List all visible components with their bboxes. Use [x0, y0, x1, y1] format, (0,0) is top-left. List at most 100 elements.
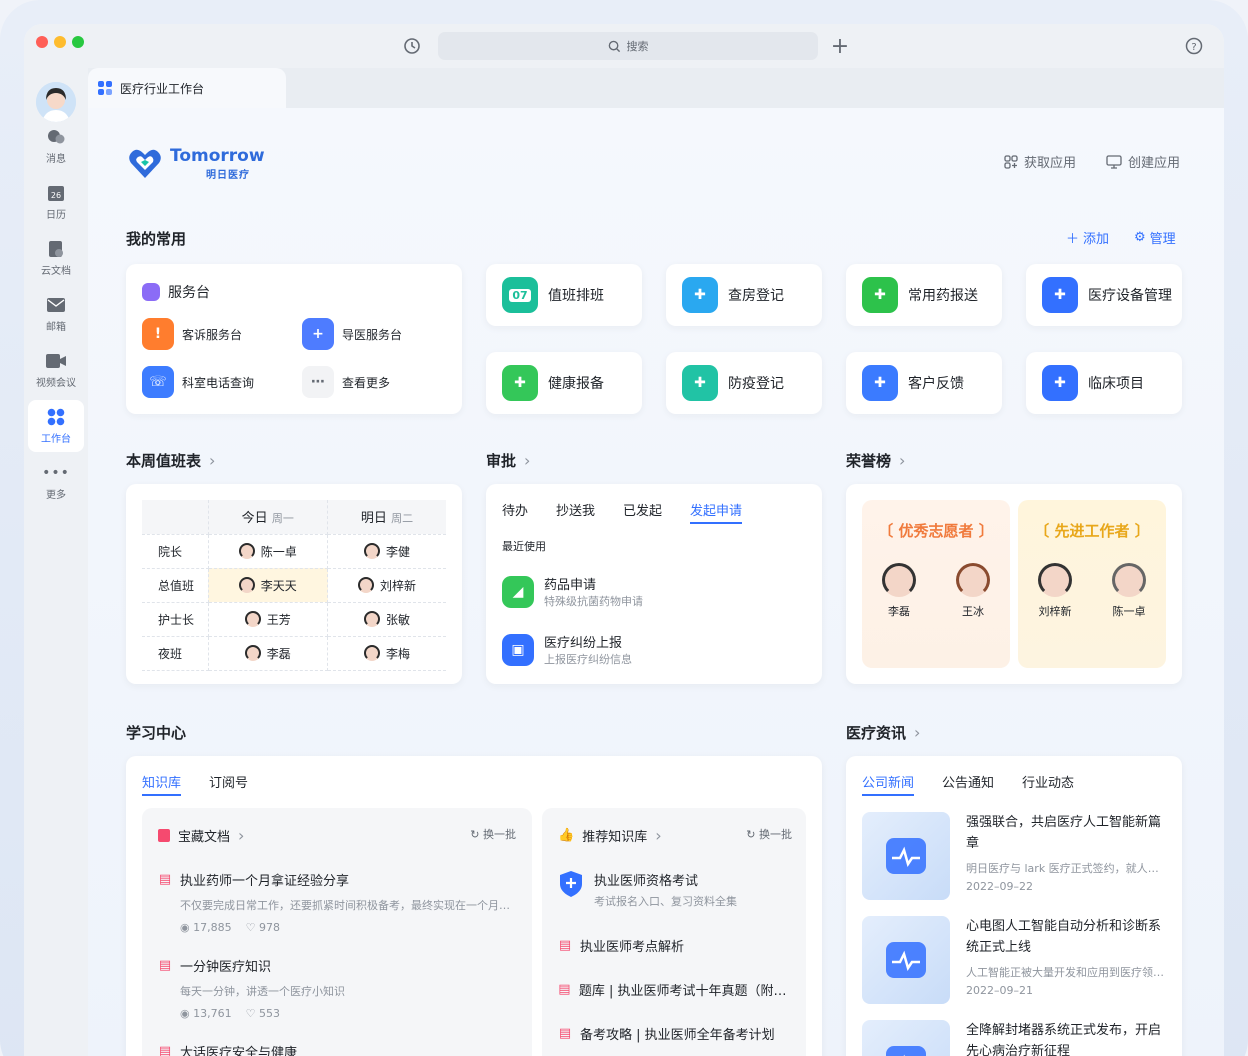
app-tile[interactable]: ✚ 防疫登记 — [666, 352, 822, 414]
doc-item[interactable]: ▤ 执业药师一个月拿证经验分享 不仅要完成日常工作，还要抓紧时间积极备考，最终实现… — [158, 870, 518, 934]
search-input[interactable]: 搜索 — [438, 32, 818, 60]
approval-title[interactable]: 审批 › — [486, 450, 530, 471]
doc-item[interactable]: ▤ 一分钟医疗知识 每天一分钟，讲透一个医疗小知识 ◉ 13,761 ♡ 553 — [158, 956, 518, 1020]
tab-new-request[interactable]: 发起申请 — [690, 500, 743, 524]
tab-todo[interactable]: 待办 — [502, 500, 528, 524]
honor-person[interactable]: 陈一卓 — [1112, 563, 1146, 619]
app-tile[interactable]: ✚ 常用药报送 — [846, 264, 1002, 326]
app-label: 医疗设备管理 — [1088, 288, 1172, 304]
tab-industry[interactable]: 行业动态 — [1022, 772, 1074, 796]
app-tile[interactable]: ✚ 医疗设备管理 — [1026, 264, 1182, 326]
nav-messages[interactable]: 消息 — [28, 120, 84, 172]
tab-company-news[interactable]: 公司新闻 — [862, 772, 915, 796]
news-item[interactable]: 强强联合，共启医疗人工智能新篇章 明日医疗与 lark 医疗正式签约，就人工智能… — [862, 812, 1166, 900]
recommend-item[interactable]: ▤ 备考攻略 | 执业医师全年备考计划 — [558, 1024, 794, 1043]
avatar — [363, 611, 380, 627]
app-tile[interactable]: ✚ 健康报备 — [486, 352, 642, 414]
app-tile[interactable]: ✚ 临床项目 — [1026, 352, 1182, 414]
manage-label: 管理 — [1149, 232, 1176, 247]
plus-icon[interactable]: + — [828, 34, 852, 59]
tab-workplace[interactable]: 医疗行业工作台 — [88, 68, 286, 108]
tab-cc[interactable]: 抄送我 — [556, 500, 595, 524]
news-item[interactable]: 心电图人工智能自动分析和诊断系统正式上线 人工智能正被大量开发和应用到医疗领域中… — [862, 916, 1166, 1004]
help-icon[interactable]: ? — [1182, 34, 1206, 58]
like-count: ♡ 978 — [246, 921, 280, 934]
ecg-icon — [886, 942, 926, 978]
honor-person[interactable]: 李磊 — [882, 563, 916, 619]
recommend-refresh-button[interactable]: ↻ 换一批 — [746, 826, 792, 842]
honor-person[interactable]: 王冰 — [956, 563, 990, 619]
service-phone[interactable]: ☏ 科室电话查询 — [142, 366, 254, 398]
nav-docs[interactable]: 云文档 — [28, 232, 84, 284]
avatar[interactable] — [36, 82, 76, 122]
like-count: ♡ 553 — [246, 1007, 280, 1020]
service-more[interactable]: ⋯ 查看更多 — [302, 366, 390, 398]
recommend-title-label: 推荐知识库 — [582, 830, 648, 845]
recommend-panel: 👍 推荐知识库 › ↻ 换一批 执业医师资格考试 考试报名入口、复习资料全集 ▤ 执业… — [542, 808, 806, 1056]
service-complaint[interactable]: ! 客诉服务台 — [142, 318, 242, 350]
treasure-panel: 宝藏文档 › ↻ 换一批 ▤ 执业药师一个月拿证经验分享 不仅要完成日常工作，还要抓… — [142, 808, 532, 1056]
recommend-head[interactable]: 执业医师资格考试 考试报名入口、复习资料全集 — [558, 870, 737, 909]
manage-button[interactable]: ⚙ 管理 — [1134, 228, 1176, 247]
duty-role: 院长 — [142, 534, 209, 569]
app-tile[interactable]: 07 值班排班 — [486, 264, 642, 326]
maximize-window-button[interactable] — [72, 36, 84, 48]
approval-item[interactable]: ▣ 医疗纠纷上报 上报医疗纠纷信息 — [502, 632, 632, 667]
nav-mail[interactable]: 邮箱 — [28, 288, 84, 340]
chevron-right-icon: › — [209, 451, 216, 470]
honor-person[interactable]: 刘梓新 — [1038, 563, 1072, 619]
create-app-button[interactable]: 创建应用 — [1106, 152, 1180, 171]
nav-workplace[interactable]: 工作台 — [28, 400, 84, 452]
news-item[interactable]: 全降解封堵器系统正式发布，开启先心病治疗新征程 TomorrowMedical®… — [862, 1020, 1166, 1056]
duty-person[interactable]: 陈一卓 — [209, 543, 328, 560]
duty-person[interactable]: 李健 — [328, 543, 446, 560]
app-label: 查房登记 — [728, 288, 784, 304]
duty-person[interactable]: 李天天 — [209, 577, 328, 594]
approval-card: 待办 抄送我 已发起 发起申请 最近使用 ◢ 药品申请 特殊级抗菌药物申请 ▣ 医… — [486, 484, 822, 684]
add-button[interactable]: ＋添加 — [1066, 228, 1109, 247]
duty-person[interactable]: 刘梓新 — [328, 577, 446, 594]
avatar — [363, 645, 380, 661]
doc-desc: 不仅要完成日常工作，还要抓紧时间积极备考，最终实现在一个月内拿证 — [180, 899, 516, 912]
news-thumbnail — [862, 1020, 950, 1056]
volunteer-panel: 〔 优秀志愿者 〕 李磊 王冰 — [862, 500, 1010, 668]
view-count: ◉ 17,885 — [180, 921, 232, 934]
tab-initiated[interactable]: 已发起 — [623, 500, 662, 524]
treasure-title[interactable]: 宝藏文档 › — [158, 826, 244, 845]
app-tile[interactable]: ✚ 查房登记 — [666, 264, 822, 326]
honor-title[interactable]: 荣誉榜 › — [846, 450, 905, 471]
refresh-icon: ↻ — [746, 828, 756, 841]
duty-person[interactable]: 李磊 — [209, 645, 328, 662]
views-value: 17,885 — [193, 921, 232, 934]
monitor-icon — [1106, 154, 1122, 169]
recommend-item[interactable]: ▤ 执业医师考点解析 — [558, 936, 794, 955]
minimize-window-button[interactable] — [54, 36, 66, 48]
duty-title[interactable]: 本周值班表 › — [126, 450, 215, 471]
tab-announcements[interactable]: 公告通知 — [942, 772, 994, 796]
news-title[interactable]: 医疗资讯 › — [846, 722, 920, 743]
brand-sub: 明日医疗 — [206, 170, 250, 181]
app-tile[interactable]: ✚ 客户反馈 — [846, 352, 1002, 414]
approval-item[interactable]: ◢ 药品申请 特殊级抗菌药物申请 — [502, 574, 643, 609]
tab-subscriptions[interactable]: 订阅号 — [209, 772, 248, 796]
get-app-button[interactable]: 获取应用 — [1004, 152, 1076, 171]
duty-person[interactable]: 张敏 — [328, 611, 446, 628]
treasure-refresh-button[interactable]: ↻ 换一批 — [470, 826, 516, 842]
chat-icon — [46, 128, 66, 146]
service-guide[interactable]: + 导医服务台 — [302, 318, 402, 350]
recommend-item[interactable]: ▤ 题库 | 执业医师考试十年真题（附答案） — [558, 980, 794, 999]
duty-row: 护士长 王芳 张敏 — [142, 602, 446, 637]
likes-value: 553 — [258, 1007, 280, 1020]
nav-video[interactable]: 视频会议 — [28, 344, 84, 396]
recommend-title[interactable]: 👍 推荐知识库 › — [558, 826, 662, 845]
duty-person[interactable]: 李梅 — [328, 645, 446, 662]
apps-icon — [1004, 154, 1018, 169]
history-icon[interactable] — [400, 34, 424, 58]
duty-card: 今日 周一 明日 周二 院长 陈一卓 李健 总值班 李天天 刘梓新 护士长 王芳 张… — [126, 484, 462, 684]
nav-calendar[interactable]: 26 日历 — [28, 176, 84, 228]
tab-knowledge[interactable]: 知识库 — [142, 772, 182, 796]
doc-item[interactable]: ▤大话医疗安全与健康 健康主题月，让我们来聊聊医疗行业中，哪些安全操作与健康知识 — [158, 1042, 518, 1056]
close-window-button[interactable] — [36, 36, 48, 48]
nav-more[interactable]: ••• 更多 — [28, 456, 84, 508]
duty-person[interactable]: 王芳 — [209, 611, 328, 628]
